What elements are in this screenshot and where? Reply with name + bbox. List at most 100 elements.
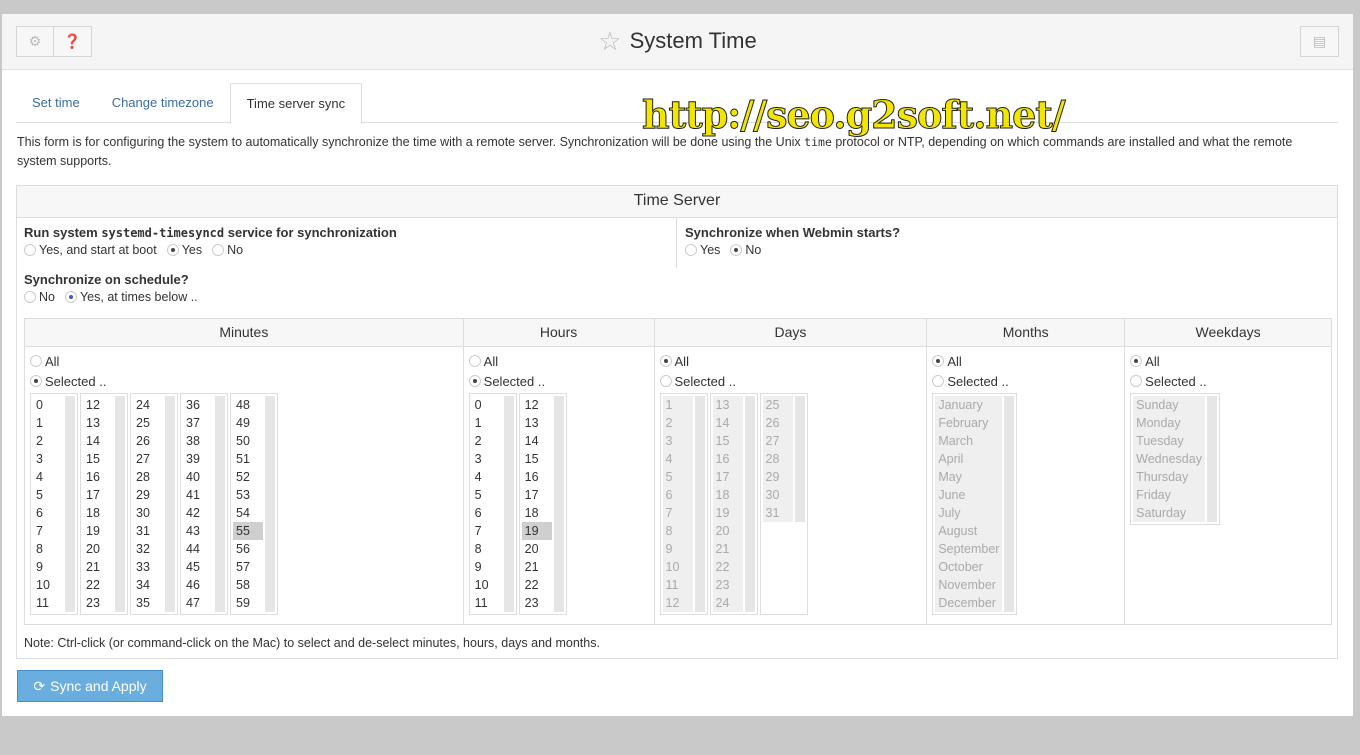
list-option[interactable]: 37 <box>183 414 213 432</box>
radio-circle[interactable] <box>468 355 481 367</box>
list-option[interactable]: 41 <box>183 486 213 504</box>
list-option[interactable]: 20 <box>522 540 552 558</box>
radio-all[interactable]: All <box>659 353 922 369</box>
list-option[interactable]: 33 <box>133 558 163 576</box>
radio-selected[interactable]: Selected .. <box>1130 373 1326 389</box>
list-option[interactable]: 43 <box>183 522 213 540</box>
list-option[interactable]: 48 <box>233 396 263 414</box>
scrollbar[interactable] <box>694 396 705 612</box>
list-option[interactable]: 58 <box>233 576 263 594</box>
list-option[interactable]: 16 <box>83 468 113 486</box>
list-option[interactable]: 27 <box>763 432 793 450</box>
list-option[interactable]: 30 <box>763 486 793 504</box>
list-option[interactable]: 15 <box>713 432 743 450</box>
list-option[interactable]: 18 <box>83 504 113 522</box>
list-option[interactable]: 8 <box>663 522 693 540</box>
listbox[interactable]: 0 1 2 3 4 5 6 7 8 9 10 11 <box>30 393 78 615</box>
radio-no[interactable]: No <box>212 243 243 257</box>
radio-circle[interactable] <box>659 355 672 367</box>
list-option[interactable]: Wednesday <box>1133 450 1205 468</box>
scrollbar[interactable] <box>744 396 755 612</box>
list-option[interactable]: 20 <box>83 540 113 558</box>
listbox[interactable]: 13 14 15 16 17 18 19 20 21 22 23 24 <box>709 393 758 615</box>
list-option[interactable]: 13 <box>83 414 113 432</box>
radio-all[interactable]: All <box>30 353 458 369</box>
list-option[interactable]: 6 <box>33 504 63 522</box>
list-option[interactable]: 7 <box>472 522 502 540</box>
list-option[interactable]: 34 <box>133 576 163 594</box>
scrollbar[interactable] <box>215 396 225 612</box>
scrollbar[interactable] <box>794 396 805 522</box>
list-option[interactable]: 10 <box>33 576 63 594</box>
list-option[interactable]: 12 <box>522 396 552 414</box>
list-option[interactable]: 20 <box>713 522 743 540</box>
list-option[interactable]: 5 <box>663 468 693 486</box>
radio-circle[interactable] <box>30 375 42 387</box>
list-option[interactable]: 19 <box>713 504 743 522</box>
radio-yes-start-at-boot[interactable]: Yes, and start at boot <box>24 243 157 257</box>
list-option[interactable]: 16 <box>713 450 743 468</box>
star-icon[interactable]: ☆ <box>598 26 621 56</box>
list-option[interactable]: 51 <box>233 450 263 468</box>
scrollbar[interactable] <box>115 396 125 612</box>
list-option[interactable]: 8 <box>33 540 63 558</box>
radio-selected[interactable]: Selected .. <box>30 373 458 389</box>
radio-circle[interactable] <box>1130 375 1143 387</box>
listbox[interactable]: 25 26 27 28 29 30 31 <box>759 393 808 615</box>
list-option[interactable]: 12 <box>663 594 693 612</box>
list-option[interactable]: 56 <box>233 540 263 558</box>
list-option[interactable]: 3 <box>663 432 693 450</box>
list-option[interactable]: March <box>935 432 1002 450</box>
listbox[interactable]: January February March April May June July Augu… <box>932 393 1018 615</box>
radio-circle[interactable] <box>730 244 743 256</box>
list-option[interactable]: 2 <box>472 432 502 450</box>
list-option[interactable]: 22 <box>522 576 552 594</box>
list-option[interactable]: 11 <box>472 594 502 612</box>
list-option[interactable]: 0 <box>33 396 63 414</box>
list-option[interactable]: 28 <box>763 450 793 468</box>
list-option[interactable]: 18 <box>713 486 743 504</box>
list-option[interactable]: 4 <box>663 450 693 468</box>
tab-time-server-sync[interactable]: Time server sync <box>229 83 363 124</box>
list-option[interactable]: 30 <box>133 504 163 522</box>
radio-circle[interactable] <box>932 375 945 387</box>
listbox[interactable]: 48 49 50 51 52 53 54 55 56 57 58 59 <box>230 393 278 615</box>
radio-all[interactable]: All <box>468 353 649 369</box>
list-option[interactable]: 1 <box>33 414 63 432</box>
radio-all[interactable]: All <box>932 353 1119 369</box>
list-option[interactable]: 6 <box>663 486 693 504</box>
radio-selected[interactable]: Selected .. <box>659 373 922 389</box>
list-option[interactable]: 10 <box>663 558 693 576</box>
list-option[interactable]: 42 <box>183 504 213 522</box>
listbox[interactable]: 0 1 2 3 4 5 6 7 8 9 10 11 <box>468 393 517 615</box>
list-option[interactable]: 17 <box>713 468 743 486</box>
scrollbar[interactable] <box>165 396 175 612</box>
list-option[interactable]: 9 <box>472 558 502 576</box>
list-option[interactable]: 17 <box>83 486 113 504</box>
list-option[interactable]: 21 <box>83 558 113 576</box>
list-option[interactable]: Friday <box>1133 486 1205 504</box>
list-option[interactable]: January <box>935 396 1002 414</box>
list-option[interactable]: 1 <box>663 396 693 414</box>
list-option[interactable]: August <box>935 522 1002 540</box>
list-option[interactable]: 15 <box>83 450 113 468</box>
list-option[interactable]: 47 <box>183 594 213 612</box>
scrollbar[interactable] <box>265 396 275 612</box>
list-option[interactable]: 29 <box>133 486 163 504</box>
list-option[interactable]: 25 <box>133 414 163 432</box>
list-option[interactable]: 12 <box>83 396 113 414</box>
scrollbar[interactable] <box>503 396 514 612</box>
radio-circle[interactable] <box>659 375 672 387</box>
listbox[interactable]: 12 13 14 15 16 17 18 19 20 21 22 23 <box>518 393 567 615</box>
list-option[interactable]: 57 <box>233 558 263 576</box>
list-option[interactable]: 19 <box>521 522 552 540</box>
list-option[interactable]: 28 <box>133 468 163 486</box>
list-option[interactable]: 11 <box>33 594 63 612</box>
list-option[interactable]: 21 <box>713 540 743 558</box>
listbox[interactable]: 1 2 3 4 5 6 7 8 9 10 11 12 <box>659 393 708 615</box>
list-option[interactable]: 24 <box>713 594 743 612</box>
listbox[interactable]: Sunday Monday Tuesday Wednesday Thursday Frid… <box>1130 393 1220 525</box>
list-option[interactable]: 0 <box>472 396 502 414</box>
list-option[interactable]: 17 <box>522 486 552 504</box>
list-option[interactable]: April <box>935 450 1002 468</box>
